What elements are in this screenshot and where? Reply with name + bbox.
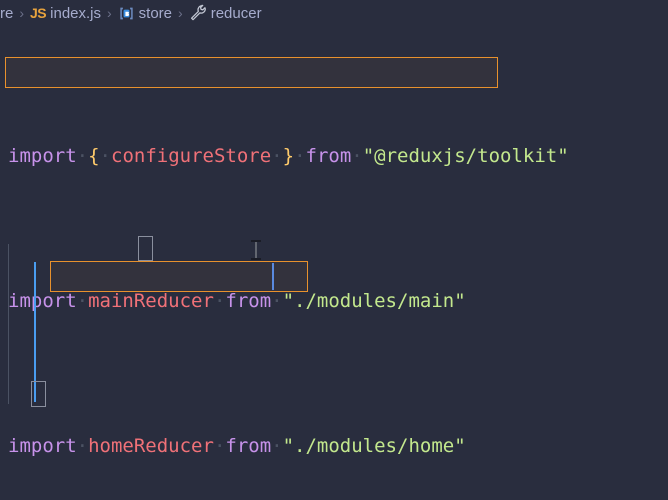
token-keyword-from: from	[225, 435, 272, 457]
whitespace-dot: ·	[213, 290, 226, 312]
breadcrumb-separator-chevron-icon-2: ›	[107, 5, 112, 21]
token-home-reducer-import: homeReducer	[88, 435, 214, 457]
token-main-reducer-import: mainReducer	[88, 290, 214, 312]
whitespace-dot: ·	[99, 145, 111, 167]
breadcrumb-symbol-store-label: store	[138, 4, 173, 22]
whitespace-dot: ·	[351, 145, 363, 167]
whitespace-dot: ·	[271, 435, 283, 457]
code-editor-content[interactable]: import·{·configureStore·}·from·"@reduxjs…	[0, 26, 668, 500]
token-open-brace: {	[88, 145, 100, 167]
token-string-toolkit: "@reduxjs/toolkit"	[362, 145, 569, 167]
token-keyword-from: from	[305, 145, 352, 167]
token-string-modules-home: "./modules/home"	[282, 435, 466, 457]
token-string-modules-main: "./modules/main"	[282, 290, 466, 312]
breadcrumb-separator-chevron-icon-3: ›	[178, 5, 183, 21]
indent-guide-active	[34, 262, 36, 402]
whitespace-dot: ·	[294, 145, 306, 167]
breadcrumb-separator-chevron-icon: ›	[19, 5, 25, 21]
indent-guide	[8, 244, 9, 404]
breadcrumb-item-symbol-store[interactable]: store	[118, 5, 172, 22]
js-file-icon: JS	[30, 5, 47, 21]
code-line[interactable]: import·{·configureStore·}·from·"@reduxjs…	[0, 142, 668, 171]
whitespace-dot: ·	[76, 145, 89, 167]
whitespace-dot: ·	[76, 290, 89, 312]
whitespace-dot: ·	[76, 435, 89, 457]
token-keyword-import: import	[8, 145, 77, 167]
whitespace-dot: ·	[271, 145, 283, 167]
vscode-editor-window: re › JS index.js › store › reducer impor…	[0, 0, 668, 500]
token-configure-store-import: configureStore	[111, 145, 272, 167]
breadcrumb-file-label: index.js	[50, 4, 101, 22]
token-keyword-import: import	[8, 290, 77, 312]
variable-symbol-icon	[118, 5, 135, 22]
breadcrumb-item-symbol-reducer[interactable]: reducer	[189, 4, 262, 22]
property-wrench-icon	[189, 4, 207, 22]
whitespace-dot: ·	[271, 290, 283, 312]
breadcrumb-symbol-reducer-label: reducer	[210, 4, 262, 22]
breadcrumb-folder-label: re	[0, 4, 14, 22]
breadcrumb-item-folder[interactable]: re	[0, 5, 13, 22]
whitespace-dot: ·	[213, 435, 226, 457]
breadcrumb-item-file[interactable]: JS index.js	[30, 5, 101, 22]
token-close-brace: }	[282, 145, 295, 167]
breadcrumb[interactable]: re › JS index.js › store › reducer	[0, 0, 668, 26]
token-keyword-from: from	[225, 290, 272, 312]
code-line[interactable]: import·mainReducer·from·"./modules/main"	[0, 287, 668, 316]
token-keyword-import: import	[8, 435, 77, 457]
code-line[interactable]: import·homeReducer·from·"./modules/home"	[0, 432, 668, 461]
text-cursor-caret	[272, 263, 274, 290]
